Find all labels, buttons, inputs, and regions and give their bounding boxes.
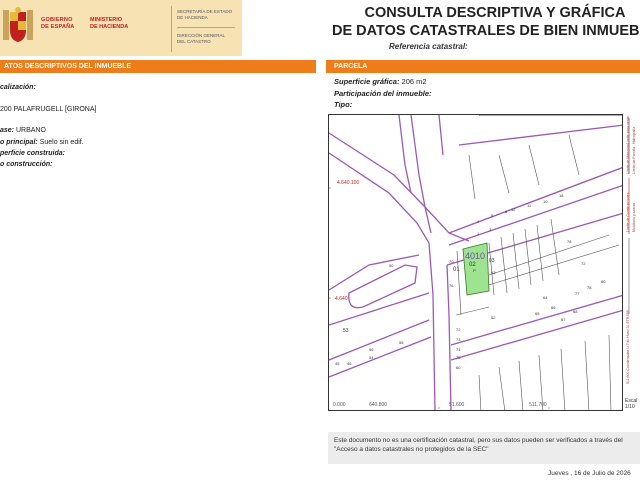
parcel-66-label: 66 [551,305,556,310]
anio-construccion-label: o construcción: [0,161,53,168]
parcel-3-label: 3 [489,227,492,232]
parcel-76-label: 76 [449,283,454,288]
parcel-68-label: 68 [573,309,578,314]
gobierno-label: GOBIERNO DE ESPAÑA [41,17,75,30]
coord-label-bottom-mid: 51.600 [449,402,465,408]
parcel-53-label: 53 [343,328,349,334]
parcel-78b-label: 78 [567,239,572,244]
coord-label-bottom-left: 0.000 [333,402,346,408]
parcel-03-label: 03 [489,258,495,264]
legend-label-construcciones: Límite de Construcciones [626,192,630,233]
localizacion-label: calización: [0,84,36,91]
map-legend: Límite de Manzana Límite de Parcela Lími… [624,114,640,411]
escala-label: Escal 1/10 [625,398,638,410]
parcel-18-label: 18 [559,193,564,198]
tipo-label: Tipo: [334,100,353,109]
parcel-52-label: 52 [491,315,496,320]
parcel-67-label: 67 [561,317,566,322]
legend-label-parcela: Límite de Parcela [632,146,636,174]
parcel-80-label: 80 [601,279,606,284]
legend-label-mobiliario: Mobiliario y aceras [632,202,636,232]
parcel-10-label: 10 [543,199,548,204]
document-date: Jueves , 16 de Julio de 2026 [548,470,631,477]
parcel-65-label: 65 [535,311,540,316]
clase-value: URBANO [15,127,46,134]
superficie-grafica-row: Superficie gráfica: 206 m2 [334,77,427,86]
legend-label-zona-verde: Límite zona verde [626,116,630,144]
section-bar-datos: ATOS DESCRIPTIVOS DEL INMUEBLE [0,60,316,73]
ministerio-label: MINISTERIO DE HACIENDA [90,17,129,30]
secretaria-label: SECRETARÍA DE ESTADO DE HACIENDA [177,9,233,20]
address-value: 200 PALAFRUGELL [GIRONA] [0,106,97,113]
parcel-75-label: 75 [456,355,461,360]
parcel-p-label: P [473,268,476,273]
parcel-46-label: 46 [347,361,352,366]
parcel-45-label: 45 [335,361,340,366]
uso-row: o principal: Suelo sin edif. [0,139,84,146]
superficie-grafica-label: Superficie gráfica: [334,77,400,86]
clase-row: ase: URBANO [0,127,46,134]
coord-label-bottom-extra: 640.800 [369,402,388,408]
parcel-78-label: 78 [587,285,592,290]
cadastral-map[interactable]: 4010 02 P 01 03 63 76 53 70 64 60 65 50 … [328,114,623,411]
header-logo-band: GOBIERNO DE ESPAÑA MINISTERIO DE HACIENDA … [0,0,242,56]
direccion-label: DIRECCIÓN GENERAL DEL CATASTRO [177,33,226,44]
parcel-55-label: 55 [399,340,404,345]
parcel-12-label: 12 [511,207,516,212]
parcel-60-label: 60 [456,365,461,370]
parcel-63-label: 63 [491,270,496,275]
coord-label-top: 4.640.100 [337,180,360,186]
coord-label-left: 4.640 [335,296,348,302]
uso-label: o principal: [0,139,38,146]
legend-label-hidrografia: Hidrografía [632,126,636,144]
parcel-64-label: 64 [543,295,548,300]
legend-label-manzana: Límite de Manzana [626,144,630,174]
coord-label-bottom-right: 511.700 [529,402,547,408]
parcel-74-label: 74 [456,347,461,352]
parcel-72-label: 72 [456,327,461,332]
parcel-01-label: 01 [453,267,460,273]
footer-note: Este documento no es una certificación c… [328,432,640,464]
block-label: 4010 [465,251,486,261]
parcel-73-label: 73 [456,337,461,342]
parcel-4-label: 4 [477,219,480,224]
parcel-77-label: 77 [575,291,580,296]
parcel-11-label: 11 [527,203,532,208]
parcel-5-label: 5 [491,213,494,218]
superficie-construida-label: perficie construida: [0,150,65,157]
parcel-6-label: 6 [505,209,508,214]
participacion-label: Participación del inmueble: [334,89,432,98]
parcel-50-label: 50 [389,263,394,268]
logo-divider [171,6,172,52]
parcel-72b-label: 72 [581,261,586,266]
parcel-56-label: 56 [369,347,374,352]
secretaria-divider [177,27,235,28]
page-title: CONSULTA DESCRIPTIVA Y GRÁFICA DE DATOS … [332,5,640,39]
section-bar-parcela: PARCELA [326,60,640,73]
parcel-70-label: 70 [449,259,454,264]
parcel-1-label: 1 [477,231,480,236]
uso-value: Suelo sin edif. [39,139,84,146]
coat-of-arms-icon [0,6,36,46]
parcel-54-label: 54 [369,355,374,360]
superficie-grafica-value: 206 m2 [401,77,427,86]
clase-label: ase: [0,127,15,134]
referencia-catastral-label: Referencia catastral: [389,42,468,51]
legend-utm-coords: 511,600 Coordenadas U.T.M. Huso 31 ETRS8… [626,310,630,384]
